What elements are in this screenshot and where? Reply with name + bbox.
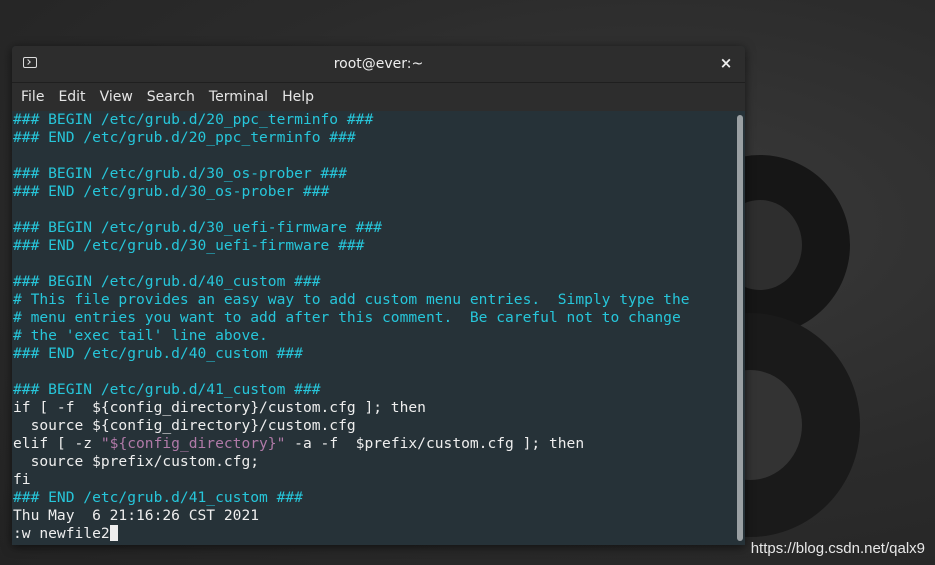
terminal-line: elif [ -z "${config_directory}" -a -f $p… bbox=[13, 435, 733, 453]
window-title: root@ever:~ bbox=[333, 56, 424, 72]
terminal-line: ### BEGIN /etc/grub.d/30_os-prober ### bbox=[13, 165, 733, 183]
terminal-line: ### BEGIN /etc/grub.d/30_uefi-firmware #… bbox=[13, 219, 733, 237]
menu-search[interactable]: Search bbox=[141, 83, 203, 111]
terminal-text-segment: -a -f $prefix/custom.cfg ]; then bbox=[285, 435, 585, 452]
terminal-line: ### END /etc/grub.d/40_custom ### bbox=[13, 345, 733, 363]
terminal-line: # the 'exec tail' line above. bbox=[13, 327, 733, 345]
vertical-scrollbar[interactable] bbox=[737, 115, 743, 541]
terminal-text-segment: "${config_directory}" bbox=[100, 435, 286, 452]
terminal-text-segment: ### END /etc/grub.d/20_ppc_terminfo ### bbox=[13, 129, 356, 146]
menu-edit[interactable]: Edit bbox=[52, 83, 93, 111]
terminal-line: Thu May 6 21:16:26 CST 2021 bbox=[13, 507, 733, 525]
terminal-window: root@ever:~ × File Edit View Search Term… bbox=[12, 46, 745, 545]
terminal-text-segment: ### BEGIN /etc/grub.d/30_uefi-firmware #… bbox=[13, 219, 383, 236]
window-titlebar[interactable]: root@ever:~ × bbox=[12, 46, 745, 83]
terminal-text-segment: # the 'exec tail' line above. bbox=[13, 327, 268, 344]
text-cursor bbox=[109, 525, 118, 541]
terminal-line: source ${config_directory}/custom.cfg bbox=[13, 417, 733, 435]
menu-view[interactable]: View bbox=[94, 83, 141, 111]
watermark-text: https://blog.csdn.net/qalx9 bbox=[750, 540, 925, 557]
terminal-line: # This file provides an easy way to add … bbox=[13, 291, 733, 309]
close-button[interactable]: × bbox=[717, 54, 735, 72]
terminal-line: ### END /etc/grub.d/30_os-prober ### bbox=[13, 183, 733, 201]
terminal-text-segment: ### END /etc/grub.d/30_uefi-firmware ### bbox=[13, 237, 365, 254]
terminal-line: fi bbox=[13, 471, 733, 489]
terminal-line: ### END /etc/grub.d/30_uefi-firmware ### bbox=[13, 237, 733, 255]
terminal-text-segment: if [ -f ${config_directory}/custom.cfg ]… bbox=[13, 399, 426, 416]
menu-bar: File Edit View Search Terminal Help bbox=[12, 83, 745, 111]
menu-help[interactable]: Help bbox=[276, 83, 322, 111]
terminal-text-segment: ### BEGIN /etc/grub.d/30_os-prober ### bbox=[13, 165, 347, 182]
terminal-line: source $prefix/custom.cfg; bbox=[13, 453, 733, 471]
terminal-text-segment: ### END /etc/grub.d/41_custom ### bbox=[13, 489, 303, 506]
terminal-text-segment: elif [ -z bbox=[13, 435, 101, 452]
terminal-line: ### BEGIN /etc/grub.d/41_custom ### bbox=[13, 381, 733, 399]
terminal-line: ### END /etc/grub.d/20_ppc_terminfo ### bbox=[13, 129, 733, 147]
terminal-text-segment: ### END /etc/grub.d/40_custom ### bbox=[13, 345, 303, 362]
terminal-text-segment: ### BEGIN /etc/grub.d/41_custom ### bbox=[13, 381, 321, 398]
terminal-line: ### BEGIN /etc/grub.d/40_custom ### bbox=[13, 273, 733, 291]
menu-file[interactable]: File bbox=[15, 83, 52, 111]
vim-command-line[interactable]: :w newfile2 bbox=[13, 525, 733, 543]
terminal-line: if [ -f ${config_directory}/custom.cfg ]… bbox=[13, 399, 733, 417]
terminal-text: ### BEGIN /etc/grub.d/20_ppc_terminfo ##… bbox=[13, 111, 733, 543]
terminal-text-segment: # menu entries you want to add after thi… bbox=[13, 309, 681, 326]
terminal-output-area[interactable]: ### BEGIN /etc/grub.d/20_ppc_terminfo ##… bbox=[12, 111, 745, 545]
terminal-text-segment: # This file provides an easy way to add … bbox=[13, 291, 690, 308]
terminal-text-segment: ### END /etc/grub.d/30_os-prober ### bbox=[13, 183, 330, 200]
terminal-line: ### BEGIN /etc/grub.d/20_ppc_terminfo ##… bbox=[13, 111, 733, 129]
vim-command-text: :w newfile2 bbox=[13, 525, 110, 542]
terminal-text-segment: source ${config_directory}/custom.cfg bbox=[13, 417, 356, 434]
terminal-text-segment: ### BEGIN /etc/grub.d/40_custom ### bbox=[13, 273, 321, 290]
terminal-line: ### END /etc/grub.d/41_custom ### bbox=[13, 489, 733, 507]
terminal-text-segment: Thu May 6 21:16:26 CST 2021 bbox=[13, 507, 260, 524]
terminal-line: # menu entries you want to add after thi… bbox=[13, 309, 733, 327]
terminal-text-segment: fi bbox=[13, 471, 31, 488]
terminal-text-segment: source $prefix/custom.cfg; bbox=[13, 453, 260, 470]
terminal-text-segment: ### BEGIN /etc/grub.d/20_ppc_terminfo ##… bbox=[13, 111, 374, 128]
terminal-icon[interactable] bbox=[23, 57, 37, 68]
menu-terminal[interactable]: Terminal bbox=[203, 83, 276, 111]
